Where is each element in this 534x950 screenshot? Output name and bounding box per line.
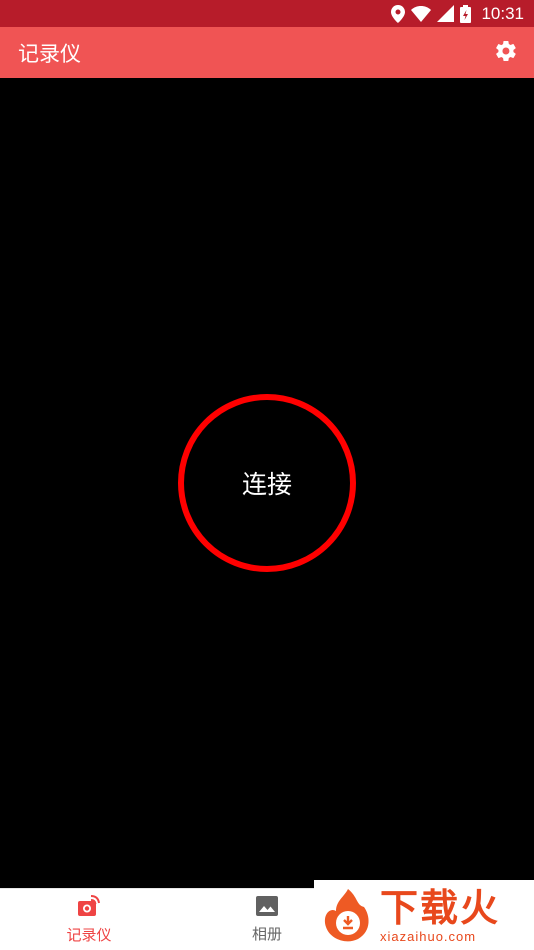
app-bar: 记录仪 (0, 27, 534, 78)
watermark-text: 下载火 xiazaihuo.com (380, 887, 500, 944)
watermark-url: xiazaihuo.com (380, 928, 477, 944)
watermark: 下载火 xiazaihuo.com (314, 880, 534, 950)
status-time: 10:31 (481, 3, 524, 23)
location-icon (391, 4, 406, 23)
status-bar: 10:31 (0, 0, 534, 27)
connect-button[interactable]: 连接 (178, 394, 356, 572)
connect-label: 连接 (241, 470, 292, 499)
camera-viewport: 连接 (0, 78, 534, 888)
wifi-icon (411, 5, 432, 22)
gear-icon (494, 39, 518, 67)
camera-icon (76, 894, 102, 922)
status-icons: 10:31 (391, 4, 534, 24)
settings-button[interactable] (492, 39, 520, 67)
watermark-title: 下载火 (380, 885, 501, 930)
app-title: 记录仪 (18, 41, 81, 66)
nav-item-recorder[interactable]: 记录仪 (0, 889, 178, 950)
nav-label-album: 相册 (251, 925, 282, 943)
image-icon (255, 895, 279, 921)
fire-logo-icon (318, 885, 378, 945)
battery-icon (460, 4, 472, 23)
cell-signal-icon (437, 5, 455, 22)
nav-label-recorder: 记录仪 (66, 926, 112, 944)
